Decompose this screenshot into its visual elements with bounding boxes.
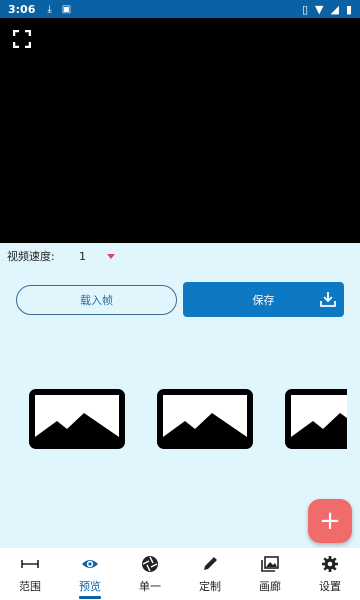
frame-thumbnail[interactable] [157, 389, 253, 449]
bottom-navigation: 范围 预览 单一 定制 画廊 设置 [0, 548, 360, 600]
image-placeholder-icon [163, 395, 247, 437]
phone-icon: ▯ [301, 2, 308, 16]
nav-item-label: 设置 [319, 580, 341, 593]
nav-item-label: 预览 [79, 580, 101, 593]
nav-item-label: 定制 [199, 580, 221, 593]
gallery-icon [261, 556, 279, 572]
shutter-icon [142, 556, 158, 572]
video-preview[interactable] [0, 18, 360, 243]
frame-thumbnail[interactable] [29, 389, 125, 449]
plus-icon: + [319, 506, 341, 536]
load-frames-button[interactable]: 载入帧 [16, 285, 177, 315]
battery-icon: ▮ [345, 2, 352, 16]
pencil-icon [204, 557, 217, 570]
nav-item-gallery[interactable]: 画廊 [240, 548, 300, 600]
nav-item-preview[interactable]: 预览 [60, 548, 120, 600]
video-speed-select[interactable]: 1 [79, 250, 107, 263]
download-icon: ⤓ [47, 3, 52, 15]
nav-item-custom[interactable]: 定制 [180, 548, 240, 600]
image-placeholder-icon [35, 395, 119, 437]
save-button[interactable]: 保存 [183, 282, 344, 317]
nav-item-label: 范围 [19, 580, 41, 593]
save-label: 保存 [252, 293, 275, 307]
frame-thumbnail[interactable] [285, 389, 347, 449]
add-fab-button[interactable]: + [308, 499, 352, 543]
video-speed-row: 视频速度: 1 [0, 245, 360, 267]
eye-icon [82, 560, 98, 568]
signal-icon: ◢ [330, 2, 339, 16]
nav-item-label: 画廊 [259, 580, 281, 593]
wifi-icon: ▼ [315, 2, 324, 16]
status-bar: 3:06 ⤓ ▣ ▯ ▼ ◢ ▮ [0, 0, 360, 18]
download-icon [320, 292, 336, 307]
notification-icon: ▣ [61, 3, 72, 15]
nav-item-label: 单一 [139, 580, 161, 593]
video-speed-label: 视频速度: [7, 250, 55, 263]
fullscreen-icon[interactable] [13, 30, 31, 48]
gear-icon [322, 556, 338, 572]
image-placeholder-icon [291, 395, 347, 437]
range-icon [21, 560, 39, 568]
nav-item-range[interactable]: 范围 [0, 548, 60, 600]
active-tab-indicator [79, 596, 101, 599]
status-time: 3:06 [8, 2, 36, 16]
load-frames-label: 载入帧 [80, 294, 113, 307]
nav-item-single[interactable]: 单一 [120, 548, 180, 600]
nav-item-settings[interactable]: 设置 [300, 548, 360, 600]
dropdown-caret-icon[interactable] [107, 253, 115, 259]
